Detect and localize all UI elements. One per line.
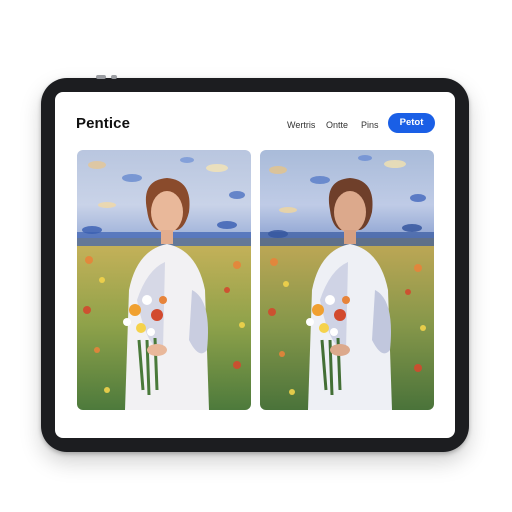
painting-image-right[interactable]: [260, 150, 434, 410]
brand-logo[interactable]: Pentice: [76, 115, 130, 132]
tablet-device: Pentice Wertris Ontte Pins Petot: [41, 75, 469, 452]
volume-button: [96, 75, 106, 79]
nav-link-3[interactable]: Pins: [361, 120, 379, 130]
painting-image-left[interactable]: [77, 150, 251, 410]
nav-link-2[interactable]: Ontte: [326, 120, 348, 130]
tablet-screen: Pentice Wertris Ontte Pins Petot: [55, 92, 455, 438]
power-button: [111, 75, 117, 79]
nav-link-1[interactable]: Wertris: [287, 120, 315, 130]
primary-action-button[interactable]: Petot: [388, 113, 435, 133]
